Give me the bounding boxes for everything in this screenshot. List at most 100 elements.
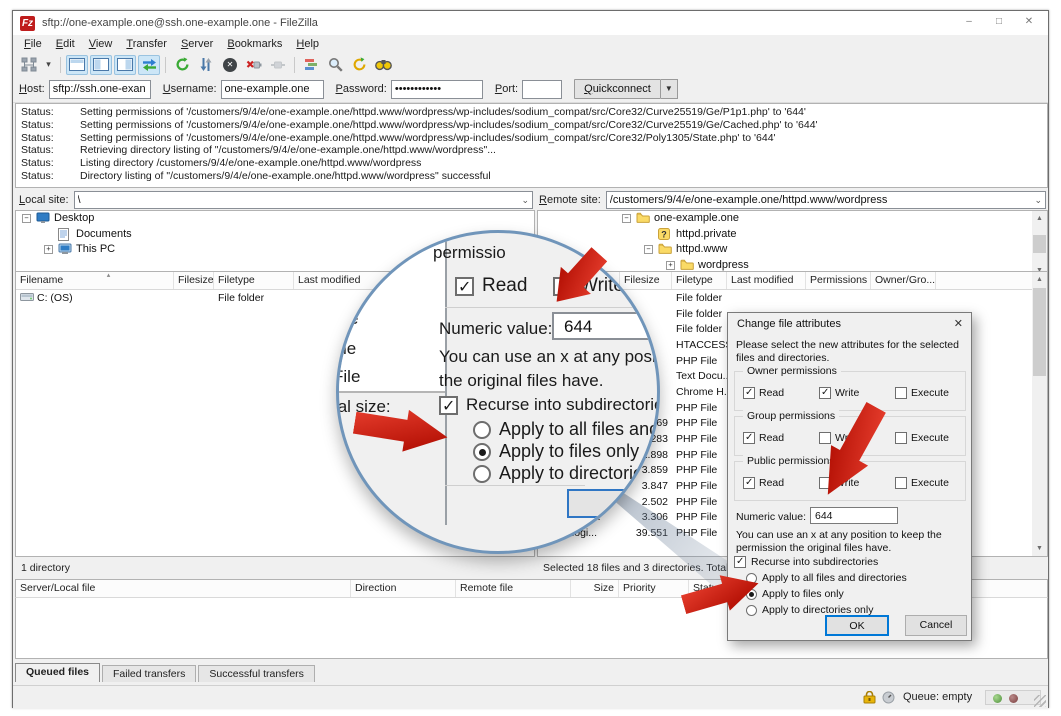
radio-selected-icon[interactable] (473, 442, 491, 461)
tree-item-httpd-private[interactable]: ? httpd.private (538, 227, 1047, 243)
menu-file[interactable]: File (17, 38, 49, 50)
owner-read-checkbox[interactable]: Read (743, 387, 784, 399)
column-header-filetype[interactable]: Filetype (672, 272, 727, 289)
expand-icon[interactable]: + (666, 260, 675, 270)
toggle-transfer-queue-icon[interactable] (138, 54, 160, 75)
tab-queued-files[interactable]: Queued files (15, 663, 101, 682)
column-header-filesize[interactable]: Filesize (174, 272, 214, 289)
scroll-up-icon[interactable]: ▲ (1032, 272, 1047, 287)
menu-bookmarks[interactable]: Bookmarks (220, 38, 289, 50)
chevron-down-icon[interactable]: ⌄ (1034, 195, 1042, 206)
dialog-close-icon[interactable]: ✕ (954, 317, 963, 330)
close-button[interactable]: ✕ (1014, 11, 1044, 33)
queue-column-remote-file[interactable]: Remote file (456, 580, 571, 597)
cancel-operation-icon[interactable]: ✕ (219, 55, 241, 75)
queue-column-size[interactable]: Size (571, 580, 619, 597)
site-manager-icon[interactable] (18, 55, 40, 75)
magnified-numeric-input[interactable]: 644 (552, 312, 654, 340)
disconnect-icon[interactable] (243, 55, 265, 75)
directory-listing-filters-icon[interactable] (300, 55, 322, 75)
column-header-permissions[interactable]: Permissions (806, 272, 871, 289)
local-site-path-combo[interactable]: \ ⌄ (73, 191, 533, 209)
scrollbar-thumb[interactable] (1033, 288, 1046, 376)
menu-server[interactable]: Server (174, 38, 220, 50)
collapse-icon[interactable]: − (22, 214, 31, 223)
numeric-value-input[interactable] (810, 507, 898, 524)
toggle-log-view-icon[interactable] (66, 54, 88, 75)
column-header-filetype[interactable]: Filetype (214, 272, 294, 289)
remote-list-scrollbar[interactable]: ▲ ▼ (1032, 272, 1047, 556)
refresh-icon[interactable] (171, 55, 193, 75)
minimize-button[interactable]: – (954, 11, 984, 33)
radio-apply-to-files-only[interactable]: Apply to files only (746, 588, 844, 600)
quickconnect-button[interactable]: Quickconnect (574, 79, 661, 99)
radio-icon[interactable] (746, 604, 757, 616)
collapse-icon[interactable]: − (644, 245, 653, 254)
tree-item-one-example-one[interactable]: − one-example.one (538, 211, 1047, 227)
ok-button[interactable]: OK (825, 615, 889, 636)
magnified-recurse-checkbox[interactable]: Recurse into subdirectories (439, 395, 657, 415)
cancel-button[interactable]: Cancel (905, 615, 967, 636)
radio-icon[interactable] (473, 420, 491, 439)
checkbox-checked-icon[interactable] (734, 556, 746, 568)
scrollbar-thumb[interactable] (1033, 235, 1046, 253)
checkbox-icon[interactable] (895, 387, 907, 399)
radio-apply-to-all-files-and-directories[interactable]: Apply to all files and directories (746, 572, 907, 584)
checkbox-checked-icon[interactable] (743, 432, 755, 444)
checkbox-checked-icon[interactable] (455, 276, 474, 296)
remote-tree-scrollbar[interactable]: ▲ ▼ (1032, 211, 1047, 278)
magnified-radio-apply-to-directories-only[interactable]: Apply to directories only (473, 463, 657, 484)
password-input[interactable] (390, 79, 483, 99)
queue-column-direction[interactable]: Direction (351, 580, 456, 597)
resize-grip[interactable] (1034, 695, 1046, 707)
toggle-remote-tree-icon[interactable] (114, 54, 136, 75)
checkbox-checked-icon[interactable] (743, 387, 755, 399)
checkbox-checked-icon[interactable] (819, 387, 831, 399)
magnified-radio-apply-to-files-only[interactable]: Apply to files only (473, 441, 639, 462)
radio-icon[interactable] (473, 464, 491, 483)
menu-help[interactable]: Help (289, 38, 326, 50)
magnified-ok-button[interactable]: OK (567, 489, 657, 518)
queue-column-priority[interactable]: Priority (619, 580, 689, 597)
chevron-down-icon[interactable]: ⌄ (521, 195, 529, 206)
collapse-icon[interactable]: − (622, 214, 631, 223)
column-header-filesize[interactable]: Filesize (620, 272, 672, 289)
maximize-button[interactable]: □ (984, 11, 1014, 33)
tab-successful-transfers[interactable]: Successful transfers (198, 665, 315, 682)
port-input[interactable] (522, 79, 563, 99)
recurse-checkbox[interactable]: Recurse into subdirectories (734, 556, 878, 568)
expand-icon[interactable]: + (44, 245, 53, 254)
public-read-checkbox[interactable]: Read (743, 477, 784, 489)
magnified-radio-apply-to-all-files-and-directories[interactable]: Apply to all files and directories (473, 419, 657, 440)
speed-limit-icon[interactable] (882, 691, 895, 704)
column-header-filename[interactable]: Filename ▴ (16, 272, 174, 289)
column-header-last-modified[interactable]: Last modified (727, 272, 806, 289)
menu-view[interactable]: View (82, 38, 120, 50)
checkbox-icon[interactable] (819, 432, 831, 444)
group-execute-checkbox[interactable]: Execute (895, 432, 949, 444)
checkbox-icon[interactable] (895, 477, 907, 489)
scroll-down-icon[interactable]: ▼ (1032, 541, 1047, 556)
magnified-read-checkbox[interactable]: Read (455, 275, 527, 297)
menu-edit[interactable]: Edit (49, 38, 82, 50)
quickconnect-dropdown-icon[interactable]: ▼ (660, 79, 678, 99)
reconnect-icon[interactable] (267, 55, 289, 75)
owner-write-checkbox[interactable]: Write (819, 387, 859, 399)
checkbox-checked-icon[interactable] (743, 477, 755, 489)
remote-site-path-combo[interactable]: /customers/9/4/e/one-example.one/httpd.w… (605, 191, 1046, 209)
column-header-owner-gro-[interactable]: Owner/Gro... (871, 272, 936, 289)
queue-column-server-local-file[interactable]: Server/Local file (16, 580, 351, 597)
host-input[interactable] (48, 79, 151, 99)
owner-execute-checkbox[interactable]: Execute (895, 387, 949, 399)
checkbox-icon[interactable] (895, 432, 907, 444)
toggle-local-tree-icon[interactable] (90, 54, 112, 75)
site-manager-dropdown-icon[interactable]: ▾ (42, 55, 55, 75)
tab-failed-transfers[interactable]: Failed transfers (102, 665, 197, 682)
menu-transfer[interactable]: Transfer (119, 38, 174, 50)
username-input[interactable] (220, 79, 324, 99)
find-files-icon[interactable] (372, 55, 394, 75)
group-read-checkbox[interactable]: Read (743, 432, 784, 444)
checkbox-checked-icon[interactable] (439, 395, 458, 415)
public-execute-checkbox[interactable]: Execute (895, 477, 949, 489)
tree-item-desktop[interactable]: − Desktop (16, 211, 534, 227)
